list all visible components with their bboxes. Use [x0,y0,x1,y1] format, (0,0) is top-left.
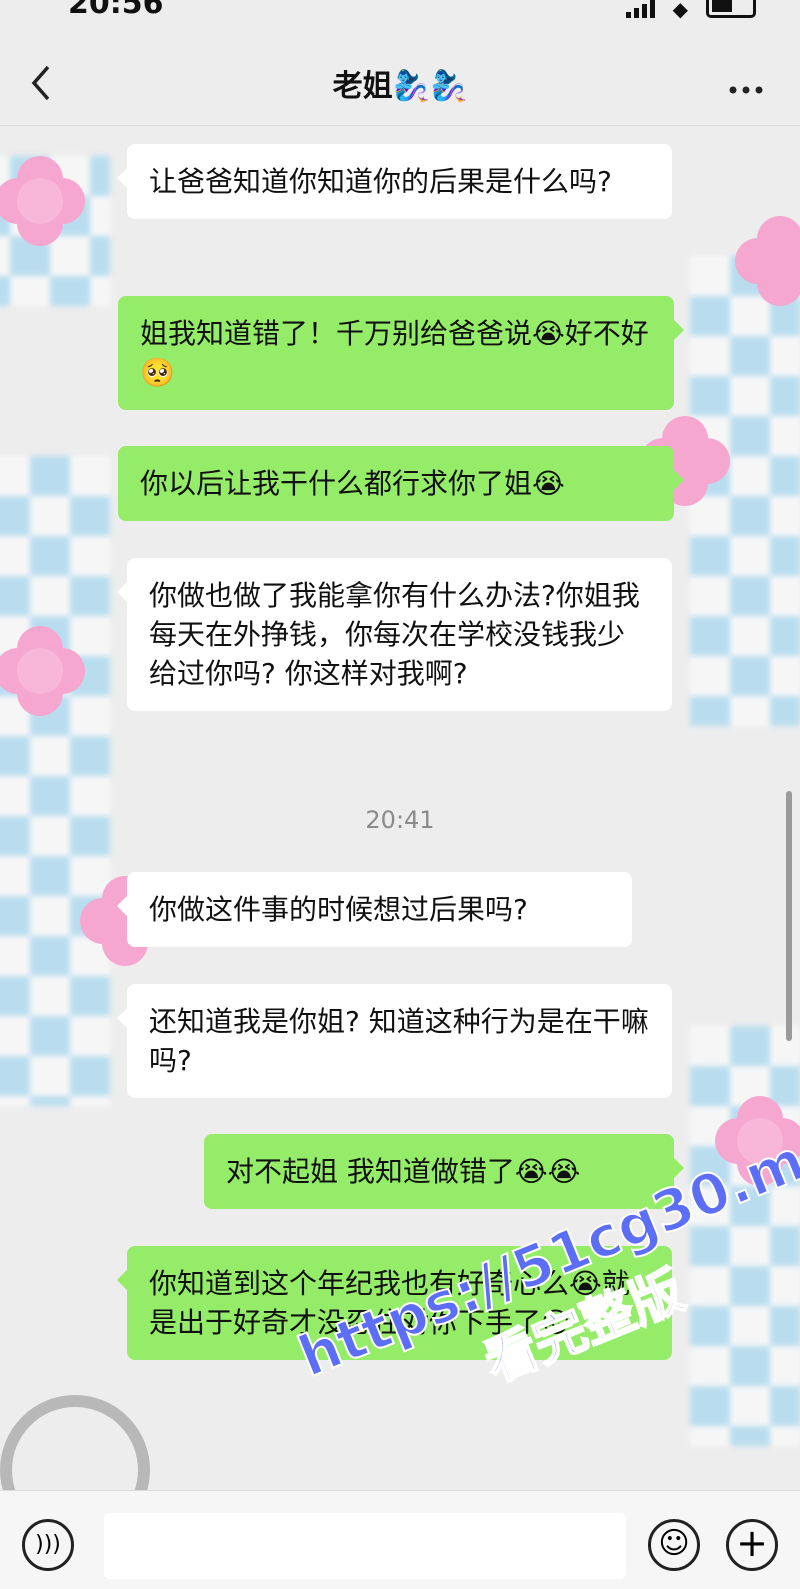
more-dots-icon [729,86,763,94]
status-icons: ◆ [625,0,756,21]
emoji-button[interactable]: ☺ [648,1519,700,1571]
message-bubble[interactable]: 对不起姐 我知道做错了😭😭 [204,1134,684,1209]
chat-title: 老姐🧞‍♀️🧞‍♀️ [332,69,468,104]
message-bubble[interactable]: 你做也做了我能拿你有什么办法?你姐我每天在外挣钱，你每次在学校没钱我少给过你吗?… [117,558,672,711]
message-input[interactable] [104,1513,626,1579]
message-bubble[interactable]: 还知道我是你姐? 知道这种行为是在干嘛吗? [117,984,672,1098]
message-bubble[interactable]: 你以后让我干什么都行求你了姐😭 [118,446,684,521]
scrollbar[interactable] [786,791,792,1041]
emoji-icon: ☺ [658,1526,690,1561]
battery-icon [706,0,756,18]
voice-icon: ))) [35,1532,61,1557]
input-bar: ))) ☺ + [0,1490,800,1589]
message-bubble[interactable]: 姐我知道错了！千万别给爸爸说😭好不好🥺 [118,296,684,410]
status-time: 20:56 [68,0,164,21]
message-bubble[interactable]: 你做这件事的时候想过后果吗? [117,872,632,947]
message-timestamp: 20:41 [365,806,435,834]
voice-button[interactable]: ))) [22,1519,74,1571]
message-bubble[interactable]: 让爸爸知道你知道你的后果是什么吗? [117,144,672,219]
plus-button[interactable]: + [726,1519,778,1571]
signal-icon [625,0,655,18]
nav-bar: 老姐🧞‍♀️🧞‍♀️ [0,45,800,126]
more-button[interactable] [728,59,764,105]
status-bar: 20:56 ◆ [0,0,800,22]
wifi-icon: ◆ [672,0,688,21]
plus-icon: + [736,1521,768,1565]
